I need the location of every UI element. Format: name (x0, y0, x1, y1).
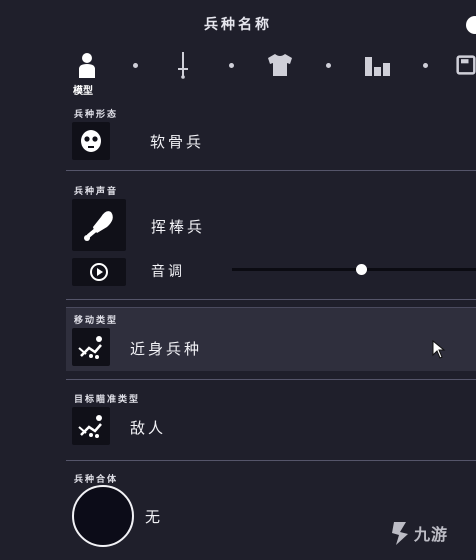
section-label-voice: 兵种声音 (74, 187, 119, 197)
person-icon (79, 53, 95, 78)
tab-model[interactable] (70, 48, 104, 82)
melee-unit-icon (78, 336, 102, 359)
tab-stats[interactable] (361, 48, 395, 82)
voice-value: 挥棒兵 (151, 218, 206, 236)
targeting-value: 敌人 (130, 419, 167, 437)
divider (66, 299, 476, 300)
divider (66, 379, 476, 380)
watermark: 九游 (390, 520, 448, 546)
page-title: 兵种名称 (204, 17, 272, 33)
divider (66, 170, 476, 171)
tab-weapon[interactable] (166, 48, 200, 82)
save-icon (456, 55, 476, 75)
section-label-form: 兵种形态 (74, 110, 119, 120)
tab-model-label: 模型 (73, 86, 93, 97)
skull-face-icon (81, 130, 101, 152)
tab-bar: 模型 (0, 48, 476, 98)
form-icon-button[interactable] (72, 122, 110, 160)
tab-separator-dot (133, 63, 138, 68)
target-unit-icon (78, 415, 102, 438)
pitch-slider-thumb[interactable] (356, 264, 368, 275)
voice-icon-button[interactable] (72, 199, 126, 251)
section-label-movement: 移动类型 (74, 316, 119, 326)
play-icon (90, 263, 108, 281)
form-value: 软骨兵 (150, 133, 205, 151)
pitch-slider-track[interactable] (232, 268, 476, 271)
movement-row-highlight[interactable] (66, 307, 476, 371)
drumstick-icon (84, 211, 113, 241)
divider (66, 460, 476, 461)
targeting-icon-button[interactable] (72, 407, 110, 445)
tab-separator-dot (423, 63, 428, 68)
shirt-icon (268, 54, 292, 76)
watermark-logo-icon (392, 522, 408, 545)
section-label-targeting: 目标瞄准类型 (74, 395, 141, 405)
movement-value: 近身兵种 (130, 340, 203, 358)
watermark-text: 九游 (414, 525, 449, 544)
tab-separator-dot (326, 63, 331, 68)
sword-icon (178, 52, 188, 79)
section-label-combine: 兵种合体 (74, 475, 119, 485)
pitch-label: 音调 (151, 264, 185, 280)
play-button[interactable] (72, 258, 126, 286)
stats-icon (365, 57, 390, 76)
movement-icon-button[interactable] (72, 328, 110, 366)
combine-slot-button[interactable] (72, 485, 134, 547)
tab-separator-dot (229, 63, 234, 68)
tab-save[interactable] (456, 48, 476, 82)
mouse-cursor-icon (432, 340, 446, 359)
combine-value: 无 (145, 508, 164, 526)
tab-clothing[interactable] (263, 48, 297, 82)
